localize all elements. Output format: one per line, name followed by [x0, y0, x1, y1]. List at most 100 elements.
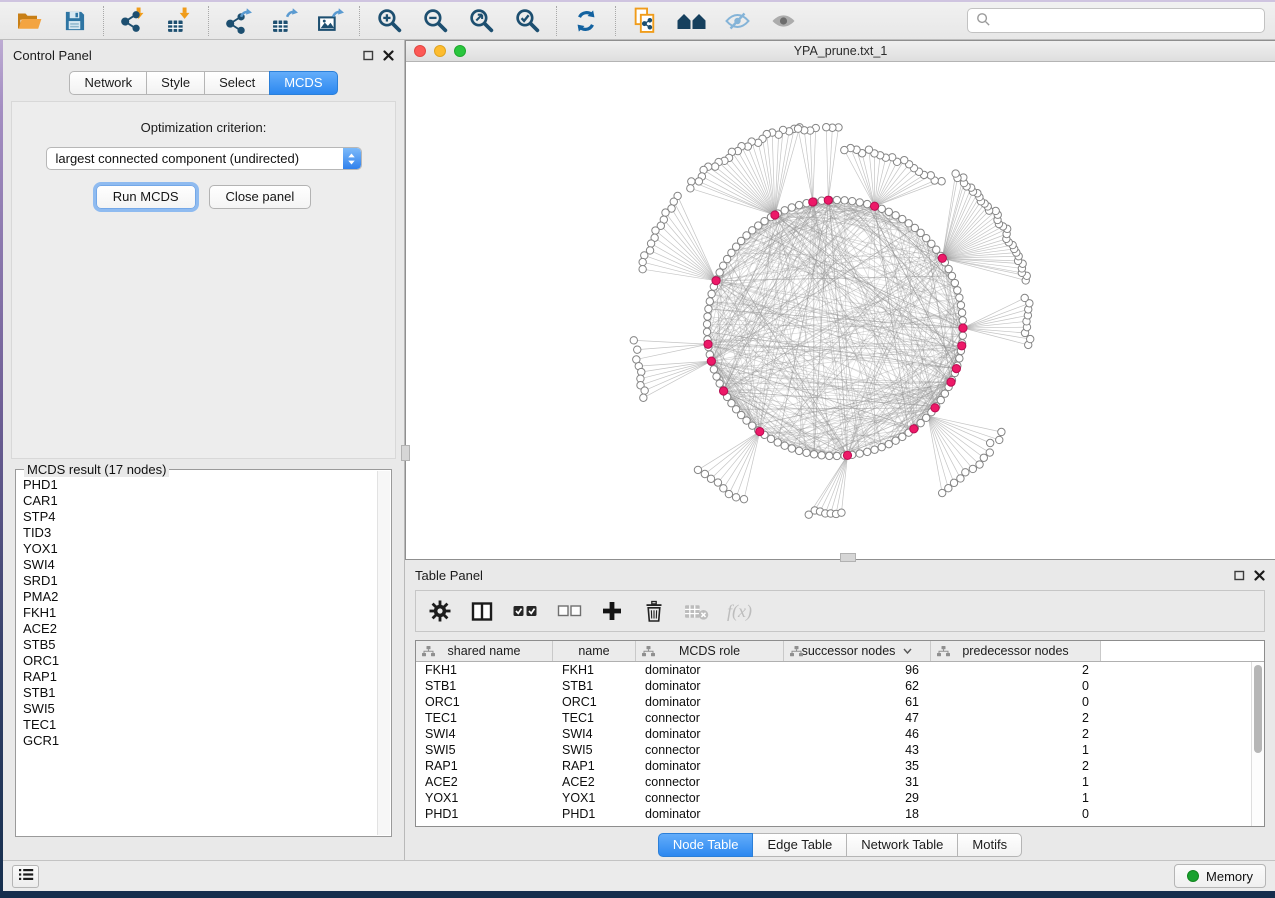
- export-network-icon: [225, 7, 252, 34]
- import-network-button[interactable]: [115, 5, 151, 37]
- split-panel-button[interactable]: [470, 597, 494, 625]
- tab-network[interactable]: Network: [69, 71, 147, 95]
- column-header-MCDS-role[interactable]: MCDS role: [636, 641, 784, 661]
- optimization-criterion-dropdown[interactable]: largest connected component (undirected): [46, 147, 362, 170]
- mcds-result-item[interactable]: SWI4: [23, 557, 376, 573]
- mcds-result-list[interactable]: PHD1CAR1STP4TID3YOX1SWI4SRD1PMA2FKH1ACE2…: [17, 471, 376, 835]
- zoom-in-button[interactable]: [371, 5, 407, 37]
- select-all-checkboxes-button[interactable]: [512, 597, 539, 625]
- import-table-button[interactable]: [161, 5, 197, 37]
- mcds-list-scrollbar[interactable]: [377, 471, 390, 835]
- add-column-button[interactable]: [600, 597, 624, 625]
- cell-name: SWI5: [553, 743, 636, 757]
- task-history-button[interactable]: [12, 865, 39, 888]
- open-file-button[interactable]: [10, 5, 46, 37]
- table-row[interactable]: YOX1YOX1connector291: [416, 790, 1264, 806]
- cell-predecessor_nodes: 1: [931, 775, 1101, 789]
- table-row[interactable]: SWI5SWI5connector431: [416, 742, 1264, 758]
- table-scrollbar-thumb[interactable]: [1254, 665, 1262, 753]
- search-box[interactable]: [967, 8, 1265, 33]
- table-row[interactable]: ACE2ACE2connector311: [416, 774, 1264, 790]
- mcds-result-item[interactable]: TID3: [23, 525, 376, 541]
- tab-style[interactable]: Style: [146, 71, 205, 95]
- mcds-result-item[interactable]: GCR1: [23, 733, 376, 749]
- mcds-result-item[interactable]: STB1: [23, 685, 376, 701]
- export-table-button[interactable]: [266, 5, 302, 37]
- table-row[interactable]: FKH1FKH1dominator962: [416, 662, 1264, 678]
- tab-node-table[interactable]: Node Table: [658, 833, 754, 857]
- zoom-selected-button[interactable]: [509, 5, 545, 37]
- table-row[interactable]: TEC1TEC1connector472: [416, 710, 1264, 726]
- show-all-button[interactable]: [765, 5, 801, 37]
- table-row[interactable]: RAP1RAP1dominator352: [416, 758, 1264, 774]
- duplicate-network-icon: [632, 7, 659, 34]
- horizontal-splitter-grip[interactable]: [840, 553, 856, 562]
- refresh-layout-button[interactable]: [568, 5, 604, 37]
- float-panel-icon[interactable]: [1234, 570, 1245, 581]
- mcds-result-item[interactable]: RAP1: [23, 669, 376, 685]
- network-graph-svg: [406, 62, 1272, 556]
- mcds-result-item[interactable]: PHD1: [23, 477, 376, 493]
- export-image-button[interactable]: [312, 5, 348, 37]
- memory-button[interactable]: Memory: [1174, 864, 1266, 888]
- deselect-all-checkboxes-button[interactable]: [557, 597, 582, 625]
- save-session-button[interactable]: [56, 5, 92, 37]
- mcds-result-item[interactable]: CAR1: [23, 493, 376, 509]
- column-header-successor-nodes[interactable]: successor nodes: [784, 641, 931, 661]
- float-panel-icon[interactable]: [363, 50, 374, 61]
- mcds-result-item[interactable]: SRD1: [23, 573, 376, 589]
- tab-mcds[interactable]: MCDS: [269, 71, 337, 95]
- search-input[interactable]: [997, 13, 1256, 28]
- network-view-window: YPA_prune.txt_1: [405, 40, 1275, 560]
- table-row[interactable]: STB1STB1dominator620: [416, 678, 1264, 694]
- zoom-fit-button[interactable]: [463, 5, 499, 37]
- tab-network-table[interactable]: Network Table: [846, 833, 958, 857]
- run-mcds-button[interactable]: Run MCDS: [96, 185, 196, 209]
- column-header-label: name: [578, 644, 609, 658]
- close-panel-button[interactable]: Close panel: [209, 185, 312, 209]
- close-panel-icon[interactable]: [383, 50, 394, 61]
- zoom-out-icon: [422, 7, 449, 34]
- main-toolbar: [0, 0, 1275, 40]
- open-file-icon: [15, 9, 42, 33]
- delete-column-button[interactable]: [642, 597, 666, 625]
- mcds-result-item[interactable]: PMA2: [23, 589, 376, 605]
- table-row[interactable]: SWI4SWI4dominator462: [416, 726, 1264, 742]
- column-header-predecessor-nodes[interactable]: predecessor nodes: [931, 641, 1101, 661]
- cell-shared_name: ORC1: [416, 695, 553, 709]
- close-panel-icon[interactable]: [1254, 570, 1265, 581]
- cell-successor_nodes: 47: [784, 711, 931, 725]
- hide-selected-button[interactable]: [719, 5, 755, 37]
- column-header-shared-name[interactable]: shared name: [416, 641, 553, 661]
- mcds-result-item[interactable]: STP4: [23, 509, 376, 525]
- delete-table-button: [684, 597, 709, 625]
- mcds-result-item[interactable]: FKH1: [23, 605, 376, 621]
- vertical-splitter-grip[interactable]: [401, 445, 410, 461]
- table-row[interactable]: ORC1ORC1dominator610: [416, 694, 1264, 710]
- table-row[interactable]: PHD1PHD1dominator180: [416, 806, 1264, 822]
- mcds-result-item[interactable]: ACE2: [23, 621, 376, 637]
- cell-predecessor_nodes: 1: [931, 791, 1101, 805]
- duplicate-network-button[interactable]: [627, 5, 663, 37]
- mcds-result-item[interactable]: YOX1: [23, 541, 376, 557]
- mcds-result-item[interactable]: STB5: [23, 637, 376, 653]
- mcds-result-item[interactable]: ORC1: [23, 653, 376, 669]
- column-header-name[interactable]: name: [553, 641, 636, 661]
- network-canvas[interactable]: [406, 62, 1275, 559]
- table-settings-button[interactable]: [428, 597, 452, 625]
- cell-mcds_role: dominator: [636, 759, 784, 773]
- mcds-result-item[interactable]: TEC1: [23, 717, 376, 733]
- table-scrollbar[interactable]: [1251, 662, 1264, 826]
- mcds-result-item[interactable]: SWI5: [23, 701, 376, 717]
- network-window-titlebar[interactable]: YPA_prune.txt_1: [406, 41, 1275, 62]
- main-toolbar-groups: [10, 5, 801, 37]
- first-neighbors-button[interactable]: [673, 5, 709, 37]
- function-builder-button: f(x): [727, 597, 752, 625]
- zoom-out-button[interactable]: [417, 5, 453, 37]
- import-table-icon: [166, 7, 193, 34]
- tab-edge-table[interactable]: Edge Table: [752, 833, 847, 857]
- tab-select[interactable]: Select: [204, 71, 270, 95]
- column-header-label: predecessor nodes: [962, 644, 1068, 658]
- tab-motifs[interactable]: Motifs: [957, 833, 1022, 857]
- export-network-button[interactable]: [220, 5, 256, 37]
